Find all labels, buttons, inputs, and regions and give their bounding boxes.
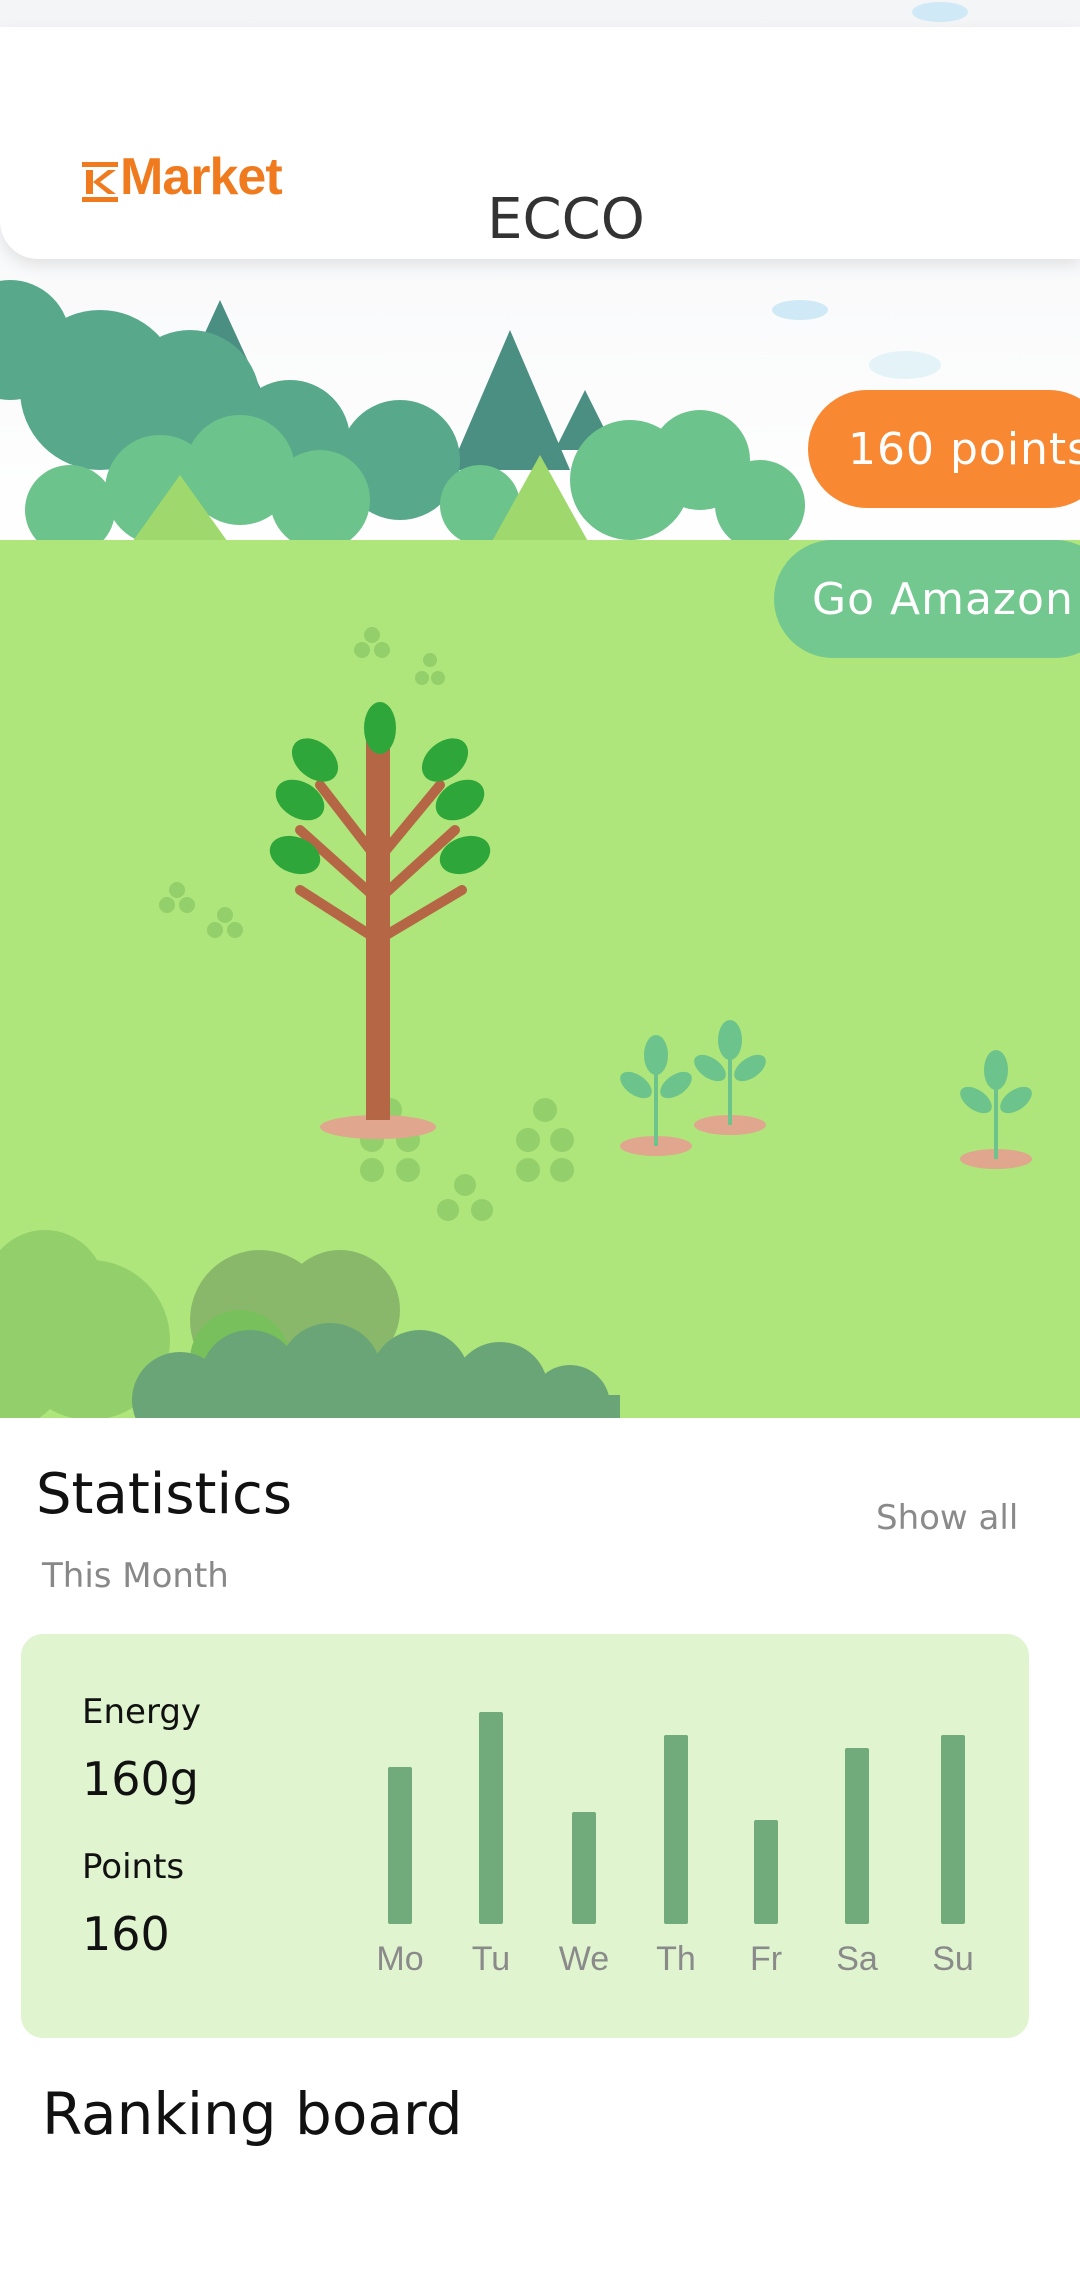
energy-value: 160g bbox=[82, 1752, 199, 1806]
energy-label: Energy bbox=[82, 1692, 202, 1732]
points-value: 160 bbox=[82, 1907, 170, 1961]
statistics-subtitle: This Month bbox=[42, 1556, 229, 1596]
points-label: Points bbox=[82, 1847, 185, 1887]
chart-bar-th bbox=[664, 1735, 688, 1924]
chart-label-th: Th bbox=[656, 1940, 696, 1978]
chart-bar-we bbox=[572, 1812, 596, 1924]
chart-bar-su bbox=[941, 1735, 965, 1924]
chart-bar-tu bbox=[479, 1712, 503, 1924]
chart-label-tu: Tu bbox=[471, 1940, 511, 1978]
chart-bar-sa bbox=[845, 1748, 869, 1924]
chart-label-mo: Mo bbox=[376, 1940, 424, 1978]
show-all-link[interactable]: Show all bbox=[876, 1498, 1018, 1538]
chart-label-we: We bbox=[558, 1940, 610, 1978]
chart-bar-fr bbox=[754, 1820, 778, 1924]
points-button[interactable]: 160 points bbox=[808, 390, 1080, 508]
chart-label-sa: Sa bbox=[836, 1940, 878, 1978]
statistics-title: Statistics bbox=[36, 1462, 292, 1527]
ranking-board-title: Ranking board bbox=[42, 2080, 463, 2148]
chart-label-su: Su bbox=[932, 1940, 974, 1978]
go-amazon-button[interactable]: Go Amazon bbox=[774, 540, 1080, 658]
chart-label-fr: Fr bbox=[749, 1940, 783, 1978]
store-title: ECCO bbox=[487, 187, 645, 252]
chart-bar-mo bbox=[388, 1767, 412, 1924]
header-card: Market ECCO bbox=[0, 27, 1080, 259]
